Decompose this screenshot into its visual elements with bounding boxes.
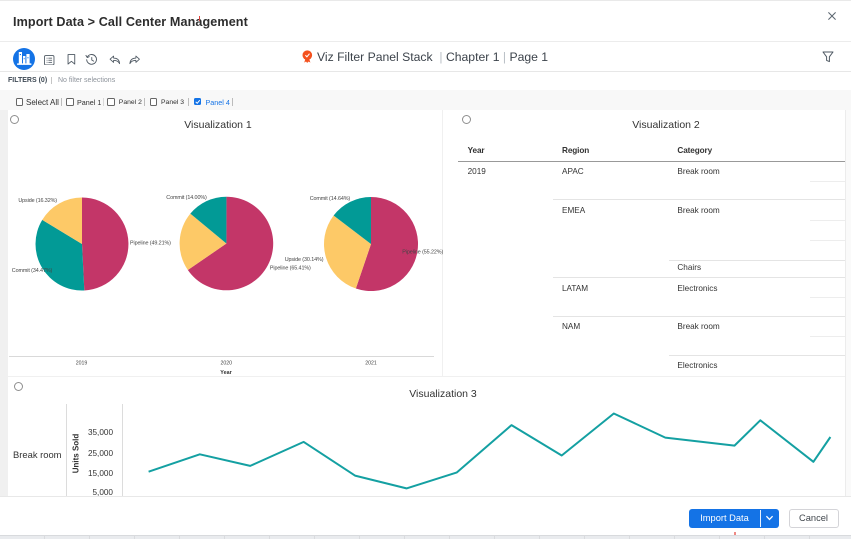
svg-text:2019: 2019 (76, 361, 88, 367)
svg-text:Upside (16.32%): Upside (16.32%) (18, 198, 57, 204)
svg-text:Year: Year (220, 370, 232, 376)
svg-text:Commit (34.47%): Commit (34.47%) (12, 268, 53, 274)
svg-text:Commit (14.64%): Commit (14.64%) (310, 196, 351, 202)
svg-text:Commit (14.00%): Commit (14.00%) (166, 195, 207, 201)
svg-text:Pipeline (49.21%): Pipeline (49.21%) (130, 241, 171, 247)
svg-text:Pipeline (65.41%): Pipeline (65.41%) (270, 266, 311, 272)
svg-text:Upside (30.14%): Upside (30.14%) (285, 257, 324, 263)
svg-text:2021: 2021 (365, 361, 377, 367)
svg-text:Pipeline (55.22%): Pipeline (55.22%) (402, 250, 443, 256)
svg-text:2020: 2020 (221, 361, 233, 367)
